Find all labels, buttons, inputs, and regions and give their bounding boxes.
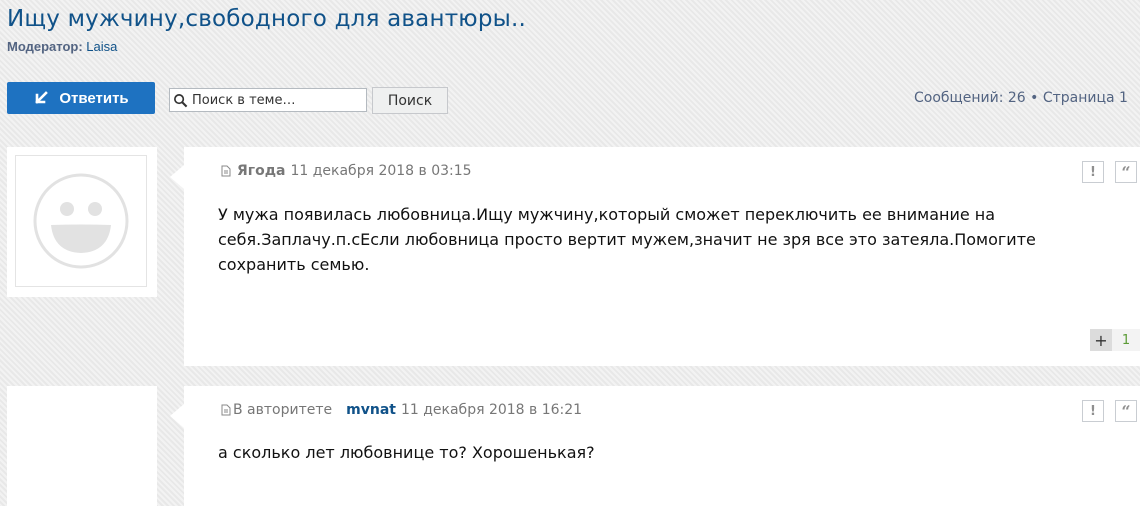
- smiley-placeholder-icon: [33, 173, 129, 269]
- post: В авторитете mvnat 11 декабря 2018 в 16:…: [170, 386, 1140, 506]
- post-meta: Ягода 11 декабря 2018 в 03:15: [220, 163, 472, 179]
- vote-up-button[interactable]: +: [1090, 329, 1112, 351]
- exclamation-icon: !: [1090, 164, 1096, 180]
- vote-widget: + 1: [1090, 329, 1140, 351]
- magnifier-icon: [174, 93, 188, 107]
- search-box[interactable]: [169, 88, 367, 112]
- avatar[interactable]: [7, 147, 157, 297]
- post-author-rank: В авторитете: [233, 402, 333, 418]
- avatar-frame: [15, 155, 147, 287]
- moderator-line: Модератор: Laisa: [7, 39, 117, 54]
- post-author[interactable]: Ягода: [237, 163, 285, 179]
- post-date: 11 декабря 2018 в 03:15: [290, 163, 472, 179]
- exclamation-icon: !: [1090, 403, 1096, 419]
- quote-icon: “: [1121, 162, 1131, 182]
- moderator-label: Модератор:: [7, 39, 83, 54]
- post-body: У мужа появилась любовница.Ищу мужчину,к…: [218, 205, 1036, 274]
- vote-count: 1: [1112, 329, 1140, 351]
- reply-arrow-icon: [35, 91, 49, 104]
- report-button[interactable]: !: [1082, 400, 1104, 422]
- search-input[interactable]: [188, 92, 362, 108]
- document-icon[interactable]: [220, 165, 232, 177]
- post-body: а сколько лет любовнице то? Хорошенькая?: [218, 443, 595, 462]
- reply-button-label: Ответить: [59, 89, 129, 107]
- post-meta: В авторитете mvnat 11 декабря 2018 в 16:…: [220, 402, 582, 418]
- report-button[interactable]: !: [1082, 161, 1104, 183]
- post-author[interactable]: mvnat: [346, 402, 396, 418]
- quote-button[interactable]: “: [1115, 400, 1137, 422]
- quote-icon: “: [1121, 401, 1131, 421]
- search-button[interactable]: Поиск: [372, 87, 448, 114]
- avatar[interactable]: [7, 386, 157, 506]
- document-icon[interactable]: [220, 404, 232, 416]
- topic-title[interactable]: Ищу мужчину,свободного для авантюры..: [7, 6, 526, 32]
- reply-button[interactable]: Ответить: [7, 82, 155, 114]
- pagination-info: Сообщений: 26 • Страница 1: [914, 90, 1128, 106]
- post: Ягода 11 декабря 2018 в 03:15 ! “ У мужа…: [170, 147, 1140, 366]
- post-date: 11 декабря 2018 в 16:21: [400, 402, 583, 418]
- moderator-link[interactable]: Laisa: [86, 39, 117, 54]
- quote-button[interactable]: “: [1115, 161, 1137, 183]
